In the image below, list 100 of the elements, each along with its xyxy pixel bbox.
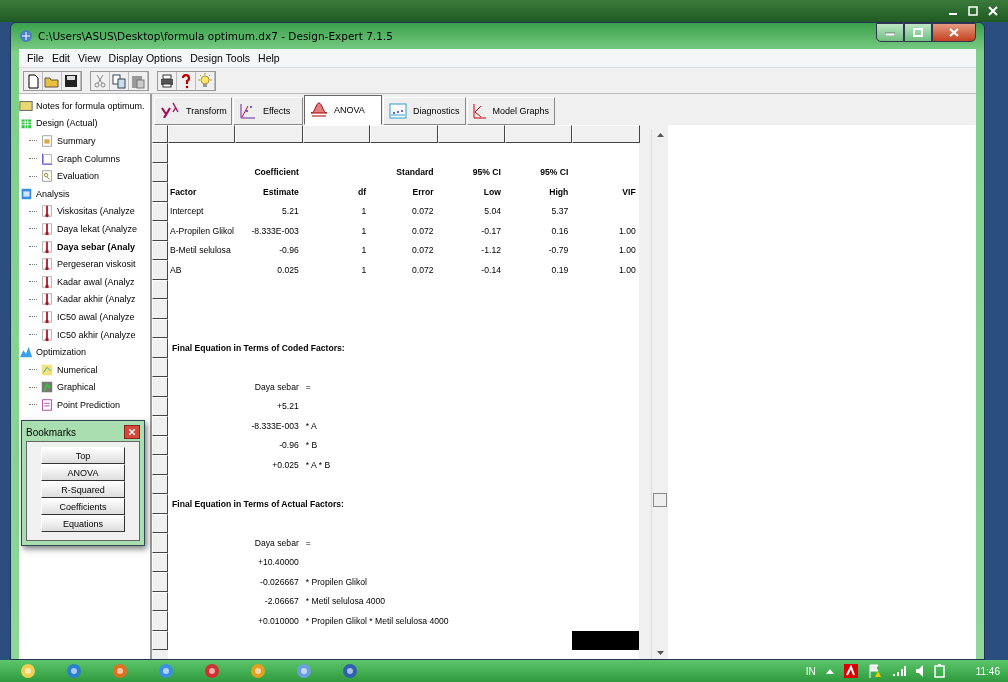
row-header-cell[interactable] [152,435,168,455]
table-cell-text: -0.79 [547,245,570,256]
row-header-cell[interactable] [152,416,168,436]
column-header: High [548,186,570,197]
toolbar-button[interactable] [158,71,177,90]
tree-item[interactable]: Viskositas (Analyze [57,206,135,217]
row-header-cell[interactable] [152,299,168,319]
menu-item[interactable]: View [74,51,105,65]
row-header-cell[interactable] [152,455,168,475]
bookmark-button[interactable]: Top [41,447,125,464]
speaker-icon[interactable] [915,665,924,677]
tree-item[interactable]: IC50 akhir (Analyze [57,329,136,340]
tree-item[interactable]: Pergeseran viskosit [57,259,136,270]
tab[interactable]: Effects [233,97,303,125]
scroll-up-icon[interactable] [656,133,664,137]
row-header-cell[interactable] [152,611,168,631]
close-button[interactable] [124,425,140,439]
cut-icon [92,72,108,89]
column-header: 95% CI [539,167,570,178]
table-cell-text: -0.17 [480,225,502,236]
menu-item[interactable]: Help [254,51,284,65]
table-cell-text: 0.16 [550,225,570,236]
column-header-cell[interactable] [235,125,303,143]
battery-icon[interactable] [933,664,946,678]
tree-item[interactable]: Optimization [36,347,87,358]
row-header-cell[interactable] [152,240,168,260]
tree-item[interactable]: Design (Actual) [36,118,98,129]
scroll-thumb[interactable] [653,493,667,507]
column-header-cell[interactable] [302,125,371,143]
bookmark-button[interactable]: R-Squared [41,481,125,498]
bookmark-button[interactable]: Coefficients [41,498,125,515]
row-header-cell[interactable] [152,396,168,416]
bookmark-button[interactable]: Equations [41,515,125,532]
minimize-button[interactable] [876,23,904,42]
coefficient-value: -2.06667 [263,596,300,607]
tab[interactable]: Model Graphs [466,97,556,125]
tree-item[interactable]: Analysis [36,188,70,199]
bookmark-button[interactable]: ANOVA [41,464,125,481]
table-cell-text: -0.14 [480,264,502,275]
tab[interactable]: Transform [154,97,232,125]
signal-icon[interactable] [891,665,906,677]
row-header-cell[interactable] [152,591,168,611]
tree-item[interactable]: Daya lekat (Analyze [57,223,138,234]
row-header-cell[interactable] [152,630,168,650]
row-header-cell[interactable] [152,474,168,494]
flag-warning-icon[interactable] [867,664,882,678]
tree-item[interactable]: Evaluation [57,171,100,182]
caret-icon[interactable] [825,668,834,674]
row-header-cell[interactable] [152,201,168,221]
row-header-cell[interactable] [152,338,168,358]
menu-item[interactable]: File [23,51,48,65]
row-header-cell[interactable] [152,182,168,202]
column-header-cell[interactable] [504,125,573,143]
toolbar-button[interactable] [62,71,81,90]
tab[interactable]: Diagnostics [383,97,466,125]
row-header-cell[interactable] [152,260,168,280]
tree-item[interactable]: IC50 awal (Analyze [57,311,135,322]
row-header-cell[interactable] [152,162,168,182]
column-header-cell[interactable] [168,125,236,143]
table-cell-text: 5.21 [281,206,300,217]
tree-item[interactable]: Daya sebar (Analy [57,241,136,252]
response-node-icon [40,292,54,307]
response-node-icon [40,327,54,342]
tree-item[interactable]: Graph Columns [57,153,121,164]
tree-item[interactable]: Point Prediction [57,399,121,410]
app-icon [66,663,82,679]
menu-item[interactable]: Design Tools [186,51,255,65]
tree-item[interactable]: Notes for formula optimum. [36,100,145,111]
row-header-cell[interactable] [152,357,168,377]
row-header-cell[interactable] [152,221,168,241]
tree-item[interactable]: Graphical [57,382,96,393]
close-icon[interactable] [988,6,998,16]
maximize-icon[interactable] [968,6,978,16]
column-header-cell[interactable] [370,125,438,143]
row-header-cell[interactable] [152,552,168,572]
column-header-cell[interactable] [572,125,640,143]
row-header-cell[interactable] [152,572,168,592]
tree-item[interactable]: Summary [57,136,96,146]
row-header-cell[interactable] [152,513,168,533]
menu-item[interactable]: Display Options [104,51,187,65]
maximize-button[interactable] [904,23,932,42]
row-header-cell[interactable] [152,377,168,397]
tree-item[interactable]: Numerical [57,364,98,375]
tree-item[interactable]: Kadar akhir (Analyz [57,294,136,305]
close-button[interactable] [932,23,976,42]
row-header-cell[interactable] [152,143,168,163]
table-cell-text: 1.00 [618,264,637,275]
evaluation-node-icon [40,169,54,184]
tree-item[interactable]: Kadar awal (Analyz [57,276,135,287]
menu-item[interactable]: Edit [47,51,74,65]
scroll-down-icon[interactable] [656,651,664,655]
tab[interactable]: ANOVA [304,95,382,125]
table-cell-text: 0.072 [411,225,435,236]
row-header-cell[interactable] [152,318,168,338]
row-header-cell[interactable] [152,533,168,553]
column-header: Error [411,186,435,197]
row-header-cell[interactable] [152,279,168,299]
column-header-cell[interactable] [437,125,505,143]
scrollbar[interactable] [651,129,668,659]
row-header-cell[interactable] [152,494,168,514]
